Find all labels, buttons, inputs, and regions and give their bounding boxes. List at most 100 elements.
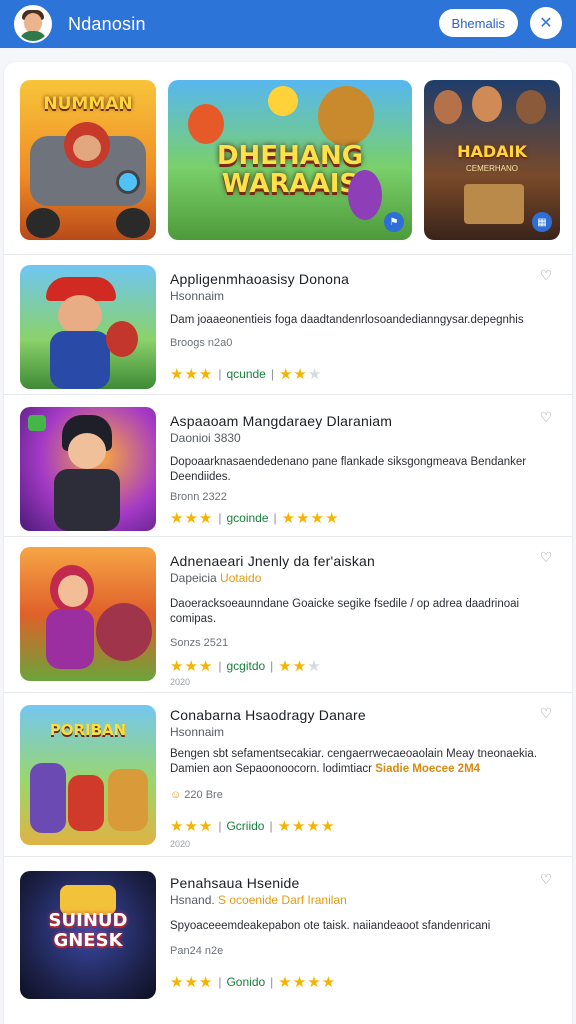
emoji-icon: ☺ xyxy=(170,789,182,801)
close-icon[interactable]: ✕ xyxy=(530,7,562,39)
list-item[interactable]: Aspaaoam Mangdaraey Dlaraniam Daonioi 38… xyxy=(4,394,572,536)
featured-title: NUMMAN xyxy=(43,94,133,114)
star-rating: ★★★ xyxy=(170,366,214,383)
separator: | xyxy=(269,819,273,833)
list-item[interactable]: Appligenmhaoasisy Donona Hsonnaim Dam jo… xyxy=(4,254,572,394)
face-shape xyxy=(58,295,102,335)
game-subtitle: Hsonnaim xyxy=(170,289,225,303)
game-subtitle: Dapeicia Uotaido xyxy=(170,571,261,585)
subtitle-accent: Uotaido xyxy=(220,571,262,585)
character-shape xyxy=(516,90,546,124)
face-shape xyxy=(58,575,88,607)
separator: | xyxy=(218,511,222,525)
grid-icon[interactable]: ▦ xyxy=(532,212,552,232)
game-thumbnail[interactable] xyxy=(20,547,156,681)
robot-eye-shape xyxy=(116,170,140,194)
featured-game-1[interactable]: NUMMAN xyxy=(20,80,156,240)
game-thumbnail[interactable]: PORIBAN xyxy=(20,705,156,845)
thumbnail-title: SUINUD GNESK xyxy=(48,910,128,951)
game-description: Dopoaarknasaendedenano pane flankade sik… xyxy=(170,456,527,483)
star-rating: ★★★ xyxy=(170,818,214,835)
list-item[interactable]: PORIBAN Conabarna Hsaodragy Danare Hsonn… xyxy=(4,692,572,856)
description-accent: Siadie Moecee 2M4 xyxy=(375,763,481,775)
star-rating-secondary: ★★★★ xyxy=(278,974,337,991)
game-description: Daoeracksoeaunndane Goaicke segike fsedi… xyxy=(170,598,520,625)
featured-subtitle: CEMERHANO xyxy=(465,164,518,173)
game-meta: Pan24 n2e xyxy=(170,945,224,957)
hero-shape xyxy=(188,104,224,144)
character-shape xyxy=(348,170,382,220)
featured-game-2[interactable]: DHEHANG WARAAIS ⚑ xyxy=(168,80,412,240)
game-thumbnail[interactable] xyxy=(20,265,156,389)
heart-icon[interactable]: ♡ xyxy=(538,267,554,283)
subtitle-text: Hsnand. xyxy=(170,893,215,907)
rating-row: ★★★ | gcgitdo | ★★★ xyxy=(170,657,322,675)
rating-label[interactable]: Gonido xyxy=(226,975,265,989)
heart-icon[interactable]: ♡ xyxy=(538,871,554,887)
hero-face-shape xyxy=(73,135,101,161)
featured-game-3[interactable]: HADAIK CEMERHANO ▦ xyxy=(424,80,560,240)
game-description: Dam joaaeonentieis foga daadtandenrlosoa… xyxy=(170,314,524,326)
face-shape xyxy=(68,433,106,469)
flag-icon[interactable]: ⚑ xyxy=(384,212,404,232)
game-meta: ☺ 220 Bre xyxy=(170,789,223,801)
character-shape xyxy=(68,775,104,831)
game-title[interactable]: Adnenaeari Jnenly da fer'aiskan xyxy=(170,553,375,569)
separator: | xyxy=(218,367,222,381)
separator: | xyxy=(218,659,222,673)
star-rating: ★★★ xyxy=(170,658,214,675)
thumbnail-title: PORIBAN xyxy=(49,721,127,739)
heart-icon[interactable]: ♡ xyxy=(538,409,554,425)
game-title[interactable]: Aspaaoam Mangdaraey Dlaraniam xyxy=(170,413,392,429)
sun-shape xyxy=(268,86,298,116)
separator: | xyxy=(218,819,222,833)
star-rating-secondary: ★★★★ xyxy=(281,510,340,527)
body-shape xyxy=(46,609,94,669)
monster-shape xyxy=(96,603,152,661)
wheel-right-shape xyxy=(116,208,150,238)
rating-row: ★★★ | gcoinde | ★★★★ xyxy=(170,509,339,527)
avatar-face xyxy=(24,13,42,33)
description-text: Bengen sbt sefamentsecakiar. cengaerrwec… xyxy=(170,748,537,775)
star-rating-secondary: ★★★★ xyxy=(277,818,336,835)
featured-carousel: NUMMAN DHEHANG WARAAIS ⚑ HADAIK CEMERHAN… xyxy=(20,80,560,240)
body-shape xyxy=(54,469,120,531)
rating-row: ★★★ | Gonido | ★★★★ xyxy=(170,973,336,991)
game-thumbnail[interactable]: SUINUD GNESK xyxy=(20,871,156,999)
game-description: Bengen sbt sefamentsecakiar. cengaerrwec… xyxy=(170,747,545,777)
stairs-shape xyxy=(464,184,524,224)
subtitle-accent: S ocoenide Darf Iranilan xyxy=(218,893,347,907)
app-title: Ndanosin xyxy=(68,13,146,34)
game-meta: Sonzs 2521 xyxy=(170,637,229,649)
star-rating-secondary: ★★★ xyxy=(278,366,323,383)
separator: | xyxy=(273,511,277,525)
heart-icon[interactable]: ♡ xyxy=(538,549,554,565)
game-meta: Broogs n2a0 xyxy=(170,337,233,349)
star-rating: ★★★ xyxy=(170,510,214,527)
header-action-button[interactable]: Bhemalis xyxy=(438,9,518,37)
separator: | xyxy=(270,975,274,989)
avatar-body xyxy=(19,31,47,41)
glove-shape xyxy=(106,321,138,357)
featured-title: HADAIK xyxy=(457,142,527,161)
game-title[interactable]: Conabarna Hsaodragy Danare xyxy=(170,707,366,723)
logo-shape xyxy=(28,415,46,431)
list-item[interactable]: SUINUD GNESK Penahsaua Hsenide Hsnand. S … xyxy=(4,856,572,1016)
game-subtitle: Daonioi 3830 xyxy=(170,431,241,445)
wheel-left-shape xyxy=(26,208,60,238)
rating-label[interactable]: gcoinde xyxy=(226,511,268,525)
game-meta-secondary: 2020 xyxy=(170,677,191,687)
body-shape xyxy=(50,331,110,389)
game-title[interactable]: Penahsaua Hsenide xyxy=(170,875,300,891)
rating-label[interactable]: qcunde xyxy=(226,367,265,381)
rating-label[interactable]: Gcriido xyxy=(226,819,264,833)
list-item[interactable]: Adnenaeari Jnenly da fer'aiskan Dapeicia… xyxy=(4,536,572,692)
game-title[interactable]: Appligenmhaoasisy Donona xyxy=(170,271,349,287)
character-shape xyxy=(434,90,462,124)
avatar[interactable] xyxy=(14,5,52,43)
rating-row: ★★★ | qcunde | ★★★ xyxy=(170,365,322,383)
heart-icon[interactable]: ♡ xyxy=(538,705,554,721)
game-thumbnail[interactable] xyxy=(20,407,156,531)
game-subtitle: Hsonnaim xyxy=(170,725,225,739)
rating-label[interactable]: gcgitdo xyxy=(226,659,265,673)
